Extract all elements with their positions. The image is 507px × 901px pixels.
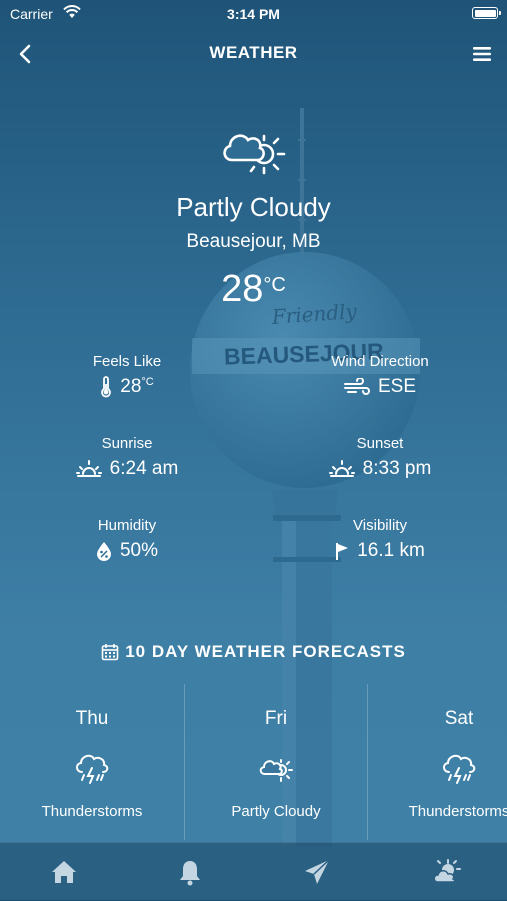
calendar-icon [101, 644, 119, 661]
page-title: WEATHER [209, 43, 298, 62]
sunrise-label: Sunrise [101, 435, 153, 452]
humidity-drop-icon [96, 542, 111, 561]
sunrise-value: 6:24 am [109, 458, 179, 479]
sunset-value: 8:33 pm [362, 458, 432, 479]
wind-icon [343, 378, 370, 395]
thunderstorm-icon [443, 754, 476, 784]
visibility-label: Visibility [353, 517, 407, 534]
hamburger-menu-icon[interactable] [471, 43, 493, 65]
visibility-stat: Visibility 16.1 km [280, 517, 480, 562]
nav-bar: WEATHER [0, 28, 507, 78]
forecast-description: Thunderstorms [408, 803, 507, 820]
current-location: Beausejour, MB [186, 231, 321, 252]
status-bar: Carrier 3:14 PM [0, 0, 507, 28]
forecast-description: Thunderstorms [41, 803, 143, 820]
humidity-label: Humidity [97, 517, 157, 534]
home-icon[interactable] [49, 857, 79, 887]
temperature-value: 28 [221, 268, 264, 310]
wind-direction-stat: Wind Direction ESE [280, 353, 480, 398]
sunrise-stat: Sunrise 6:24 am [27, 435, 227, 480]
forecast-day-label: Thu [75, 708, 109, 729]
tab-bar [0, 842, 507, 901]
forecast-day-fri[interactable]: Fri Partly Cloudy [185, 684, 367, 840]
forecast-day-label: Sat [444, 708, 474, 729]
humidity-value: 50% [119, 540, 159, 561]
partly-cloudy-icon [223, 134, 286, 175]
sunset-stat: Sunset 8:33 pm [280, 435, 480, 480]
humidity-stat: Humidity 50% [27, 517, 227, 562]
current-temperature: 28°C [0, 268, 507, 311]
sunset-icon [328, 460, 355, 477]
forecast-heading: 10 DAY WEATHER FORECASTS [0, 642, 507, 662]
thunderstorm-icon [76, 754, 109, 784]
forecast-day-label: Fri [264, 708, 288, 729]
forecast-day-thu[interactable]: Thu Thunderstorms [0, 684, 184, 840]
send-icon[interactable] [302, 857, 332, 887]
wind-direction-label: Wind Direction [331, 353, 429, 370]
visibility-value: 16.1 km [357, 540, 425, 561]
flag-icon [336, 543, 349, 560]
sunrise-icon [75, 460, 102, 477]
sunset-label: Sunset [356, 435, 404, 452]
thermometer-icon [101, 376, 112, 398]
partly-cloudy-icon [259, 759, 293, 782]
bell-icon[interactable] [175, 857, 205, 887]
forecast-description: Partly Cloudy [231, 803, 321, 820]
forecast-heading-text: 10 DAY WEATHER FORECASTS [125, 642, 406, 661]
current-condition: Partly Cloudy [176, 192, 331, 222]
feels-like-stat: Feels Like 28°C [27, 353, 227, 398]
wind-direction-value: ESE [377, 376, 417, 397]
temperature-unit: °C [263, 274, 286, 296]
feels-like-label: Feels Like [92, 353, 162, 370]
weather-icon[interactable] [431, 857, 461, 887]
feels-like-value: 28°C [120, 376, 154, 397]
forecast-day-sat[interactable]: Sat Thunderstorms [368, 684, 507, 840]
status-time: 3:14 PM [227, 6, 280, 22]
battery-icon [472, 7, 501, 19]
